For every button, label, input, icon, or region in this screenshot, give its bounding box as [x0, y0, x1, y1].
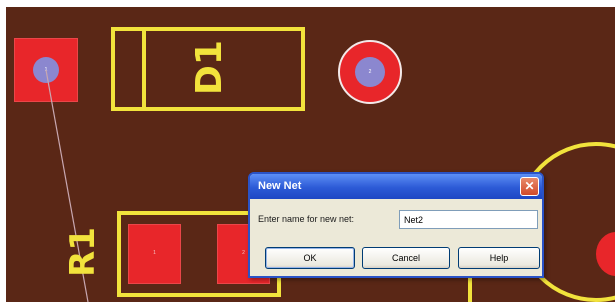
pad-hole: 1 [153, 250, 156, 256]
refdes-d1: D1 [188, 40, 230, 95]
dialog-title: New Net [258, 180, 302, 192]
net-name-input[interactable] [399, 210, 538, 229]
cancel-button[interactable]: Cancel [362, 247, 450, 269]
pad-hole: 2 [242, 250, 245, 256]
dialog-titlebar[interactable]: New Net ✕ [250, 174, 542, 199]
r1-pad-1[interactable]: 1 [128, 224, 181, 284]
refdes-r1: R1 [62, 227, 103, 277]
pad-hole: 2 [355, 57, 385, 87]
help-button[interactable]: Help [458, 247, 540, 269]
ok-button[interactable]: OK [265, 247, 355, 269]
d1-cathode-band [142, 27, 146, 111]
new-net-dialog: New Net ✕ Enter name for new net: OK Can… [248, 172, 544, 278]
pad-round-top[interactable]: 2 [338, 40, 402, 104]
close-icon: ✕ [524, 179, 535, 193]
net-name-label: Enter name for new net: [258, 214, 355, 224]
close-button[interactable]: ✕ [520, 177, 539, 196]
